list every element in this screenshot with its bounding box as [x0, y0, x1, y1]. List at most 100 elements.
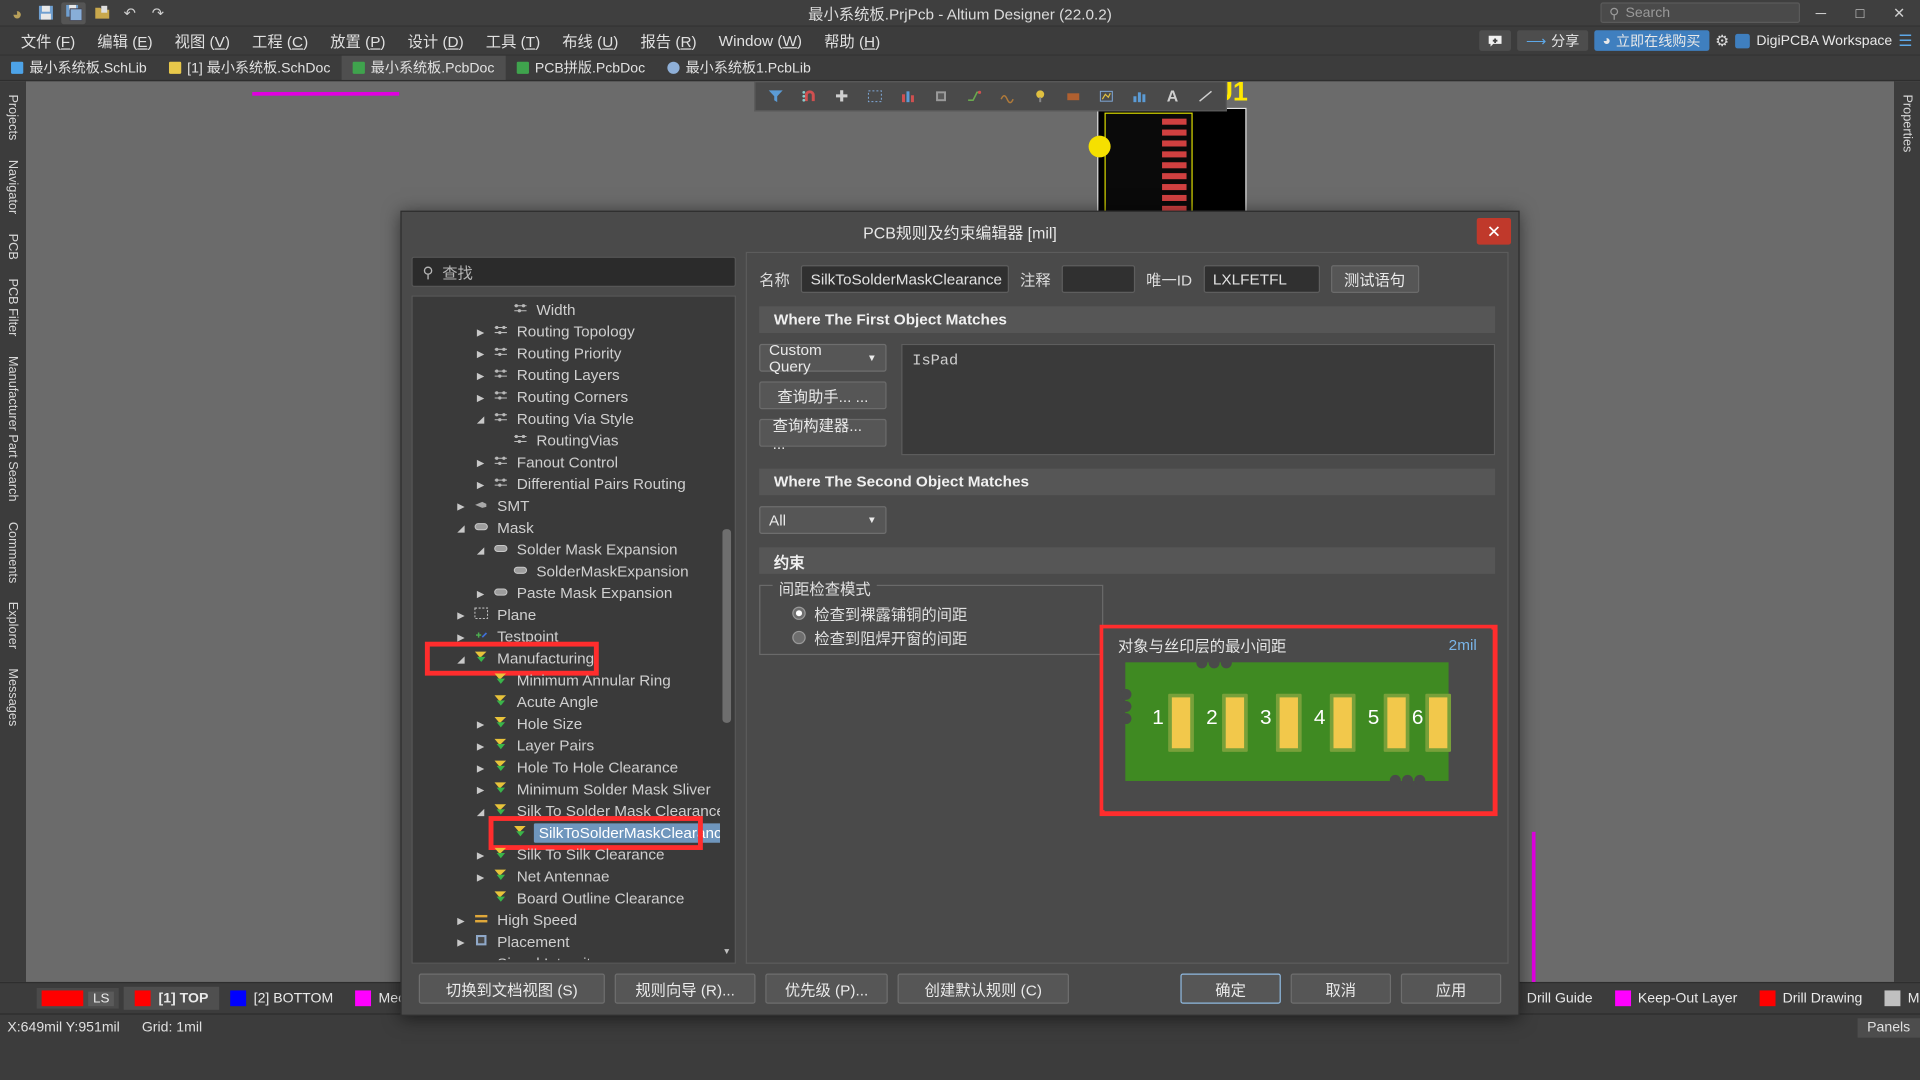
second-object-scope-select[interactable]: All ▼: [759, 506, 887, 534]
priority-button[interactable]: 优先级 (P)...: [765, 972, 888, 1004]
polygon-icon[interactable]: [1058, 84, 1089, 109]
chevron-right-icon[interactable]: ▶: [454, 958, 467, 960]
chevron-right-icon[interactable]: ▶: [474, 784, 487, 795]
first-object-query-editor[interactable]: IsPad: [901, 343, 1496, 456]
component-icon[interactable]: [926, 84, 957, 109]
share-button[interactable]: ⟶ 分享: [1517, 30, 1588, 51]
user-icon[interactable]: ☰: [1898, 31, 1912, 50]
menu-place[interactable]: 放置 (P): [319, 27, 396, 55]
chevron-right-icon[interactable]: ▶: [454, 937, 467, 948]
menu-file[interactable]: 文件 (F): [10, 27, 86, 55]
rules-search-input[interactable]: ⚲ 查找: [411, 256, 736, 287]
save-all-icon[interactable]: [61, 1, 86, 24]
rule-comment-input[interactable]: [1061, 265, 1136, 294]
chevron-right-icon[interactable]: ▶: [474, 370, 487, 381]
chevron-right-icon[interactable]: ▶: [474, 719, 487, 730]
doctab-pcblib[interactable]: 最小系统板1.PcbLib: [656, 56, 822, 80]
tree-node-soldermaskexpansion[interactable]: SolderMaskExpansion: [415, 561, 720, 583]
filter-icon[interactable]: [760, 84, 791, 109]
rules-tree[interactable]: Width ▶ Routing Topology ▶ Routing Priority ▶…: [411, 295, 736, 964]
radio-check-solder-mask-opening[interactable]: 检查到阻焊开窗的间距: [778, 625, 1085, 649]
tree-node-solder-mask-expansion[interactable]: ◢ Solder Mask Expansion: [415, 539, 720, 561]
menu-reports[interactable]: 报告 (R): [629, 27, 707, 55]
chevron-right-icon[interactable]: ▶: [454, 631, 467, 642]
doctab-panel-pcbdoc[interactable]: PCB拼版.PcbDoc: [505, 56, 656, 80]
tree-node-mask[interactable]: ◢ Mask: [415, 517, 720, 539]
tree-node-routing-layers[interactable]: ▶ Routing Layers: [415, 364, 720, 386]
chevron-down-icon[interactable]: ◢: [474, 544, 487, 555]
sidebar-item-properties[interactable]: Properties: [1896, 86, 1918, 161]
select-area-icon[interactable]: [860, 84, 891, 109]
chevron-right-icon[interactable]: ▶: [474, 479, 487, 490]
tree-scrollbar-thumb[interactable]: [722, 529, 732, 723]
layer-tab-2-bottom[interactable]: [2] BOTTOM: [219, 987, 344, 1010]
altium-logo-icon[interactable]: ◕: [5, 2, 29, 24]
tree-node-routing-priority[interactable]: ▶ Routing Priority: [415, 343, 720, 365]
apply-button[interactable]: 应用: [1400, 972, 1502, 1004]
net-icon[interactable]: [992, 84, 1023, 109]
doctab-pcbdoc[interactable]: 最小系统板.PcbDoc: [341, 55, 506, 80]
tree-node-high-speed[interactable]: ▶ High Speed: [415, 909, 720, 931]
create-default-rules-button[interactable]: 创建默认规则 (C): [897, 972, 1069, 1004]
query-helper-button[interactable]: 查询助手... ...: [759, 381, 887, 410]
chevron-down-icon[interactable]: ◢: [454, 522, 467, 533]
tree-node-routing-via-style[interactable]: ◢ Routing Via Style: [415, 408, 720, 430]
tree-node-fanout-control[interactable]: ▶ Fanout Control: [415, 452, 720, 474]
measure-icon[interactable]: [893, 84, 924, 109]
route-icon[interactable]: [959, 84, 990, 109]
tree-node-layer-pairs[interactable]: ▶ Layer Pairs: [415, 735, 720, 757]
clearance-value[interactable]: 2mil: [1449, 636, 1477, 653]
tree-node-paste-mask-expansion[interactable]: ▶ Paste Mask Expansion: [415, 582, 720, 604]
tree-node-board-outline-clearance[interactable]: Board Outline Clearance: [415, 888, 720, 910]
chevron-right-icon[interactable]: ▶: [454, 610, 467, 621]
menu-view[interactable]: 视图 (V): [164, 27, 241, 55]
chevron-right-icon[interactable]: ▶: [454, 501, 467, 512]
tree-node-hole-size[interactable]: ▶ Hole Size: [415, 713, 720, 735]
layer-tab-multi-layer[interactable]: Multi-Layer: [1873, 987, 1920, 1010]
chevron-right-icon[interactable]: ▶: [474, 348, 487, 359]
tree-node-signal-integrity[interactable]: ▶ Signal Integrity: [415, 953, 720, 960]
panels-button[interactable]: Panels: [1857, 1017, 1920, 1038]
chevron-down-icon[interactable]: ◢: [474, 806, 487, 817]
menu-project[interactable]: 工程 (C): [241, 27, 319, 55]
sidebar-item-projects[interactable]: Projects: [2, 86, 24, 149]
chevron-right-icon[interactable]: ▶: [454, 915, 467, 926]
sidebar-item-mfr-part-search[interactable]: Manufacturer Part Search: [2, 348, 24, 511]
tree-scrollbar-track[interactable]: [721, 299, 733, 961]
menu-edit[interactable]: 编辑 (E): [86, 27, 163, 55]
query-builder-button[interactable]: 查询构建器... ...: [759, 418, 887, 453]
workspace-indicator[interactable]: DigiPCBA Workspace: [1735, 33, 1892, 48]
sidebar-item-pcb[interactable]: PCB: [2, 225, 24, 268]
sidebar-item-messages[interactable]: Messages: [2, 660, 24, 735]
minimize-button[interactable]: ─: [1802, 0, 1839, 26]
test-query-button[interactable]: 测试语句: [1330, 265, 1419, 294]
layer-tab-1-top[interactable]: [1] TOP: [124, 986, 220, 1010]
tree-node-smt[interactable]: ▶ SMT: [415, 495, 720, 517]
switch-to-doc-view-button[interactable]: 切换到文档视图 (S): [418, 972, 605, 1004]
chevron-right-icon[interactable]: ▶: [474, 762, 487, 773]
chevron-right-icon[interactable]: ▶: [474, 326, 487, 337]
sidebar-item-navigator[interactable]: Navigator: [2, 151, 24, 222]
layer-tab-drill-drawing[interactable]: Drill Drawing: [1748, 987, 1873, 1010]
rule-uid-input[interactable]: LXLFETFL: [1203, 265, 1320, 294]
cancel-button[interactable]: 取消: [1290, 972, 1392, 1004]
open-icon[interactable]: [89, 2, 113, 24]
menu-window[interactable]: Window (W): [708, 30, 813, 52]
sidebar-item-pcb-filter[interactable]: PCB Filter: [2, 271, 24, 346]
comment-plus-icon[interactable]: [1479, 30, 1512, 51]
sidebar-item-explorer[interactable]: Explorer: [2, 594, 24, 658]
menu-tools[interactable]: 工具 (T): [475, 27, 551, 55]
tree-node-placement[interactable]: ▶ Placement: [415, 931, 720, 953]
text-icon[interactable]: A: [1157, 84, 1188, 109]
rule-name-input[interactable]: SilkToSolderMaskClearance: [800, 265, 1010, 294]
doctab-schlib[interactable]: 最小系统板.SchLib: [0, 56, 158, 80]
buy-online-button[interactable]: ◕ 立即在线购买: [1593, 30, 1710, 51]
chevron-right-icon[interactable]: ▶: [474, 871, 487, 882]
menu-design[interactable]: 设计 (D): [397, 27, 475, 55]
doctab-schdoc[interactable]: [1] 最小系统板.SchDoc: [158, 56, 342, 80]
ok-button[interactable]: 确定: [1180, 972, 1281, 1004]
tree-node-routingvias[interactable]: RoutingVias: [415, 430, 720, 452]
dialog-close-button[interactable]: ✕: [1476, 217, 1512, 245]
chevron-right-icon[interactable]: ▶: [474, 588, 487, 599]
chevron-right-icon[interactable]: ▶: [474, 740, 487, 751]
